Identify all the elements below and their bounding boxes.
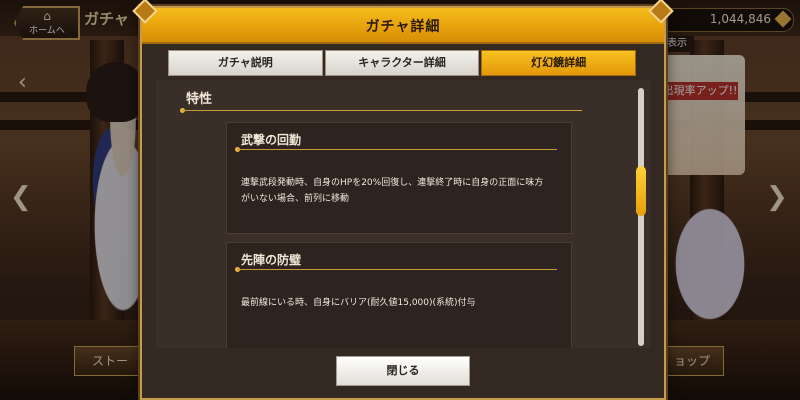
tab-gacha-description[interactable]: ガチャ説明 xyxy=(168,50,323,76)
scrollbar[interactable] xyxy=(636,88,646,346)
skill-description: 連撃武段発動時、自身のHPを20%回復し、連撃終了時に自身の正面に味方がいない場… xyxy=(241,178,544,204)
skill-description: 最前線にいる時、自身にバリア(耐久値15,000)(系統)付与 xyxy=(241,298,476,308)
modal-tabs: ガチャ説明 キャラクター詳細 灯幻鏡詳細 xyxy=(168,50,637,76)
skill-title: 武撃の回勤 xyxy=(241,133,302,147)
close-button[interactable]: 閉じる xyxy=(336,356,470,386)
skill-divider xyxy=(237,149,557,150)
modal-title: ガチャ詳細 xyxy=(365,19,441,35)
section-heading: 特性 xyxy=(186,92,213,107)
skill-card: 武撃の回勤 連撃武段発動時、自身のHPを20%回復し、連撃終了時に自身の正面に味… xyxy=(226,122,572,234)
scroll-thumb[interactable] xyxy=(636,166,646,216)
skill-card: 先陣の防璧 最前線にいる時、自身にバリア(耐久値15,000)(系統)付与 xyxy=(226,242,572,348)
modal-header: ガチャ詳細 xyxy=(132,0,674,44)
section-divider xyxy=(182,110,582,111)
skill-title: 先陣の防璧 xyxy=(241,253,302,267)
detail-content[interactable]: 特性 武撃の回勤 連撃武段発動時、自身のHPを20%回復し、連撃終了時に自身の正… xyxy=(156,80,650,348)
tab-lantern-mirror-detail[interactable]: 灯幻鏡詳細 xyxy=(481,50,637,76)
tab-character-detail[interactable]: キャラクター詳細 xyxy=(324,50,480,76)
skill-divider xyxy=(237,269,557,270)
gacha-detail-modal: ガチャ詳細 ガチャ説明 キャラクター詳細 灯幻鏡詳細 特性 武撃の回勤 連撃武段… xyxy=(132,0,674,400)
